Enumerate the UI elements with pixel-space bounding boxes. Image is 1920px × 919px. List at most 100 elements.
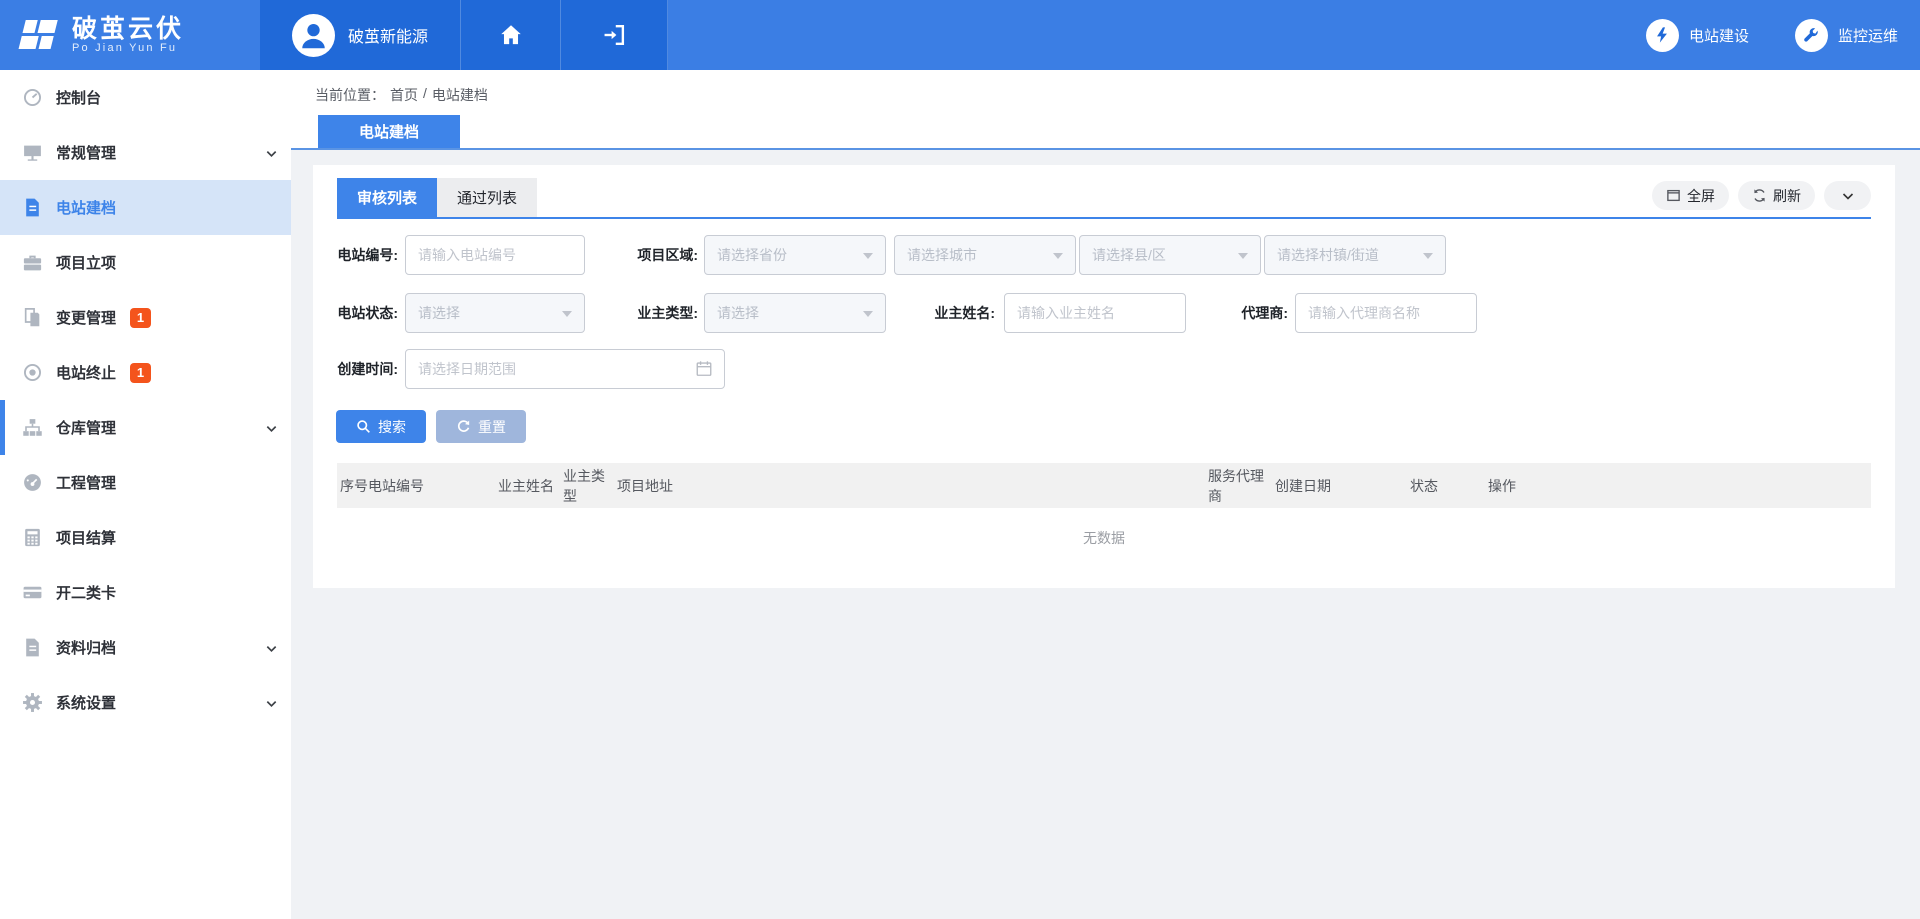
panel-tabs: 审核列表 通过列表 — [337, 178, 1871, 219]
user-avatar-icon — [292, 14, 335, 57]
archive-file-icon — [22, 637, 43, 658]
col-project-address: 项目地址 — [617, 476, 1208, 496]
home-button[interactable] — [461, 0, 561, 70]
village-select[interactable]: 请选择村镇/街道 — [1264, 235, 1446, 275]
nav-monitoring-ops[interactable]: 监控运维 — [1795, 19, 1898, 52]
col-actions: 操作 — [1488, 476, 1871, 496]
project-region-label: 项目区域: — [613, 235, 698, 275]
owner-type-select[interactable]: 请选择 — [704, 293, 886, 333]
logout-icon — [601, 22, 627, 48]
breadcrumb-separator: / — [423, 85, 427, 105]
sidebar: 控制台 常规管理 电站建档 — [0, 70, 291, 919]
owner-name-input[interactable] — [1004, 293, 1186, 333]
station-termination-badge: 1 — [130, 363, 151, 383]
monitor-icon — [22, 142, 43, 163]
col-station-no: 电站编号 — [368, 476, 498, 496]
station-status-select[interactable]: 请选择 — [405, 293, 585, 333]
fullscreen-icon — [1666, 188, 1681, 203]
station-filing-panel: 审核列表 通过列表 全屏 — [313, 165, 1895, 588]
gauge-icon — [22, 472, 43, 493]
chevron-down-icon — [265, 697, 278, 710]
col-status: 状态 — [1410, 476, 1488, 496]
brand-logo-icon — [14, 15, 62, 55]
fullscreen-button[interactable]: 全屏 — [1652, 181, 1729, 210]
document-icon — [22, 197, 43, 218]
sidebar-item-engineering-mgmt[interactable]: 工程管理 — [0, 455, 291, 510]
current-user[interactable]: 破茧新能源 — [260, 0, 461, 70]
sidebar-item-change-mgmt[interactable]: 变更管理 1 — [0, 290, 291, 345]
station-no-input[interactable] — [405, 235, 585, 275]
chevron-down-icon — [265, 147, 278, 160]
nav-station-construction-label: 电站建设 — [1689, 25, 1749, 46]
station-no-label: 电站编号: — [313, 235, 398, 275]
station-status-label: 电站状态: — [313, 293, 398, 333]
sidebar-item-data-archive[interactable]: 资料归档 — [0, 620, 291, 675]
sidebar-item-project-initiation[interactable]: 项目立项 — [0, 235, 291, 290]
nav-station-construction[interactable]: 电站建设 — [1646, 19, 1749, 52]
change-mgmt-badge: 1 — [130, 308, 151, 328]
wrench-icon — [1795, 19, 1828, 52]
lightning-icon — [1646, 19, 1679, 52]
col-owner-name: 业主姓名 — [498, 476, 563, 496]
col-create-date: 创建日期 — [1275, 476, 1410, 496]
province-select[interactable]: 请选择省份 — [704, 235, 886, 275]
chevron-down-icon — [265, 422, 278, 435]
sidebar-item-station-termination[interactable]: 电站终止 1 — [0, 345, 291, 400]
panel-toolbar: 全屏 刷新 — [1652, 181, 1871, 210]
table-header-row: 序号 电站编号 业主姓名 业主类型 项目地址 服务代理商 创建日期 状态 操作 — [337, 463, 1871, 508]
owner-name-label: 业主姓名: — [910, 293, 995, 333]
home-icon — [498, 22, 524, 48]
page-tab-station-filing[interactable]: 电站建档 — [318, 115, 460, 148]
agent-input[interactable] — [1295, 293, 1477, 333]
col-service-agent: 服务代理商 — [1208, 466, 1275, 506]
breadcrumb-home-link[interactable]: 首页 — [390, 85, 418, 105]
calculator-icon — [22, 527, 43, 548]
gear-icon — [22, 692, 43, 713]
tab-approved-list[interactable]: 通过列表 — [437, 178, 537, 217]
brand-title: 破茧云伏 — [72, 16, 184, 42]
sidebar-item-project-settlement[interactable]: 项目结算 — [0, 510, 291, 565]
tab-review-list[interactable]: 审核列表 — [337, 178, 437, 217]
sidebar-item-system-settings[interactable]: 系统设置 — [0, 675, 291, 730]
city-select[interactable]: 请选择城市 — [894, 235, 1076, 275]
refresh-button[interactable]: 刷新 — [1738, 181, 1815, 210]
sidebar-item-general-mgmt[interactable]: 常规管理 — [0, 125, 291, 180]
search-button[interactable]: 搜索 — [336, 410, 426, 443]
reset-icon — [456, 419, 471, 434]
agent-label: 代理商: — [1203, 293, 1288, 333]
col-index: 序号 — [340, 476, 368, 496]
card-icon — [22, 582, 43, 603]
copy-pages-icon — [22, 307, 43, 328]
date-range-input[interactable] — [405, 349, 725, 389]
search-icon — [356, 419, 371, 434]
sidebar-item-open-class2-card[interactable]: 开二类卡 — [0, 565, 291, 620]
refresh-icon — [1752, 188, 1767, 203]
breadcrumb: 当前位置： 首页 / 电站建档 — [315, 85, 488, 105]
table-empty-state: 无数据 — [337, 508, 1871, 568]
header-right-nav: 电站建设 监控运维 — [1646, 0, 1920, 70]
target-icon — [22, 362, 43, 383]
logout-button[interactable] — [561, 0, 668, 70]
sidebar-item-dashboard[interactable]: 控制台 — [0, 70, 291, 125]
app-window: 破茧云伏 Po Jian Yun Fu 破茧新能源 — [0, 0, 1920, 919]
user-name: 破茧新能源 — [348, 23, 428, 47]
breadcrumb-prefix: 当前位置： — [315, 85, 385, 105]
brand-subtitle: Po Jian Yun Fu — [72, 42, 184, 55]
brand-logo: 破茧云伏 Po Jian Yun Fu — [0, 0, 260, 70]
collapse-panel-button[interactable] — [1824, 181, 1871, 210]
top-header: 破茧云伏 Po Jian Yun Fu 破茧新能源 — [0, 0, 1920, 70]
reset-button[interactable]: 重置 — [436, 410, 526, 443]
sitemap-icon — [22, 417, 43, 438]
chevron-down-icon — [265, 642, 278, 655]
dashboard-icon — [22, 87, 43, 108]
create-time-label: 创建时间: — [313, 349, 398, 389]
chevron-down-icon — [1841, 189, 1855, 203]
sidebar-item-station-filing[interactable]: 电站建档 — [0, 180, 291, 235]
county-select[interactable]: 请选择县/区 — [1079, 235, 1261, 275]
breadcrumb-current: 电站建档 — [432, 85, 488, 105]
sidebar-item-warehouse-mgmt[interactable]: 仓库管理 — [0, 400, 291, 455]
col-owner-type: 业主类型 — [563, 466, 617, 506]
breadcrumb-bar: 当前位置： 首页 / 电站建档 电站建档 — [291, 70, 1920, 150]
main-content: 审核列表 通过列表 全屏 — [291, 152, 1920, 919]
nav-monitoring-ops-label: 监控运维 — [1838, 25, 1898, 46]
